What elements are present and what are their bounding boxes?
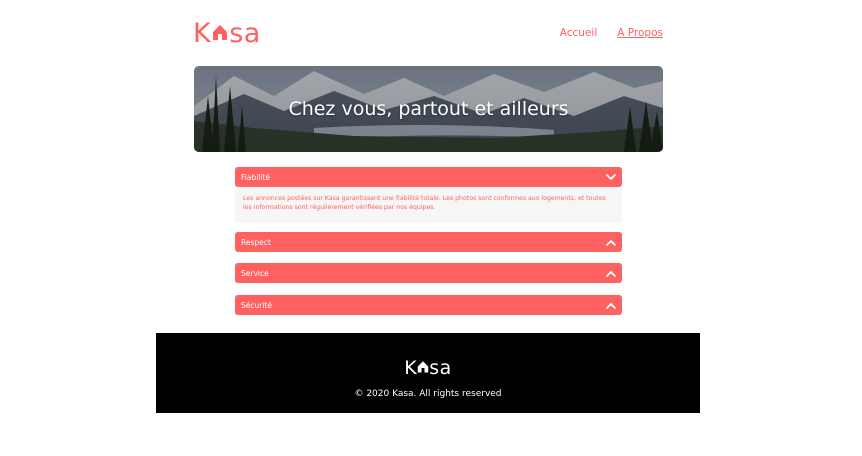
house-icon [212, 18, 228, 49]
collapse-title: Sécurité [241, 300, 272, 310]
logo-letter-k: K [193, 17, 212, 49]
collapse-service: Service [235, 263, 622, 283]
chevron-up-icon[interactable] [606, 268, 616, 278]
collapse-title: Respect [241, 237, 271, 247]
logo-letter-k: K [404, 357, 418, 379]
main-nav: Accueil A Propos [560, 27, 663, 39]
collapse-header[interactable]: Sécurité [235, 295, 622, 315]
logo-letters-sa: sa [229, 17, 261, 49]
copyright-text: © 2020 Kasa. All rights reserved [354, 389, 502, 399]
chevron-up-icon[interactable] [606, 300, 616, 310]
house-icon [417, 357, 429, 379]
collapse-title: Service [241, 268, 269, 278]
chevron-down-icon[interactable] [606, 172, 616, 182]
banner-title: Chez vous, partout et ailleurs [288, 98, 569, 120]
collapse-body: Les annonces postées sur Kasa garantisse… [235, 187, 622, 223]
nav-link-accueil[interactable]: Accueil [560, 27, 598, 39]
nav-link-a-propos[interactable]: A Propos [617, 27, 663, 39]
collapse-respect: Respect [235, 232, 622, 252]
site-footer: K sa © 2020 Kasa. All rights reserved [156, 333, 700, 413]
collapse-fiabilite: Fiabilité Les annonces postées sur Kasa … [235, 167, 622, 223]
footer-logo: K sa [404, 357, 452, 379]
collapse-title: Fiabilité [241, 172, 271, 182]
kasa-logo[interactable]: K sa [193, 17, 261, 49]
logo-letters-sa: sa [429, 357, 452, 379]
chevron-up-icon[interactable] [606, 237, 616, 247]
collapse-securite: Sécurité [235, 295, 622, 315]
hero-banner: Chez vous, partout et ailleurs [194, 66, 663, 152]
collapse-header[interactable]: Respect [235, 232, 622, 252]
collapse-header[interactable]: Service [235, 263, 622, 283]
collapse-header[interactable]: Fiabilité [235, 167, 622, 187]
